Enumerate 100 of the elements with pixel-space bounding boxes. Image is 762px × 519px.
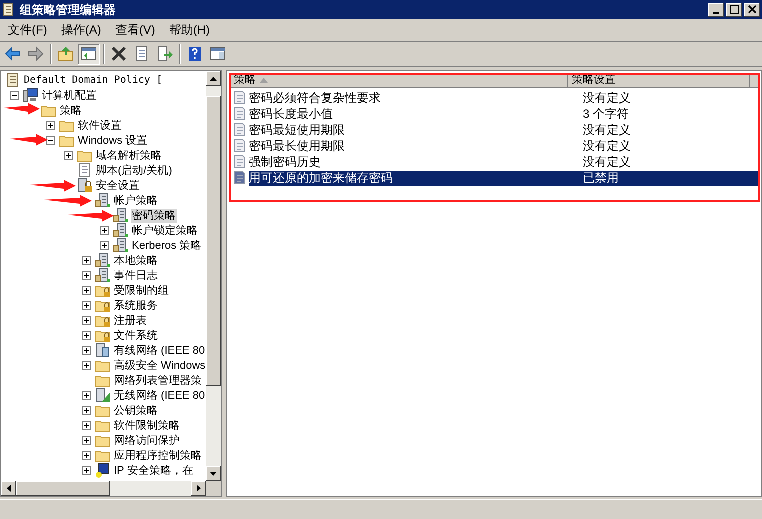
export-icon [157, 46, 173, 62]
policy-icon [95, 253, 111, 268]
tree-item[interactable]: 网络列表管理器策 [113, 374, 203, 388]
properties-icon [134, 46, 150, 62]
annotation-arrow [10, 134, 48, 146]
expand-icon[interactable] [82, 391, 90, 400]
annotation-arrow [44, 195, 92, 207]
tree-item[interactable]: IP 安全策略，在 [113, 464, 194, 478]
folder-up-icon [58, 46, 74, 62]
scroll-right-icon [196, 485, 200, 492]
expand-icon[interactable] [46, 121, 54, 130]
annotation-arrow [30, 180, 76, 192]
expand-icon[interactable] [64, 151, 72, 160]
vertical-scrollbar[interactable] [206, 71, 221, 481]
horizontal-scrollbar[interactable] [1, 481, 221, 496]
expand-icon[interactable] [100, 241, 108, 250]
tree-item[interactable]: 软件限制策略 [113, 418, 181, 432]
menu-item[interactable]: 帮助(H) [163, 21, 216, 39]
tree-item[interactable]: 软件设置 [77, 118, 123, 132]
policy-setting: 没有定义 [583, 90, 631, 107]
tree-item[interactable]: 帐户策略 [113, 194, 159, 208]
tree-item[interactable]: 文件系统 [113, 328, 159, 342]
tree-item[interactable]: 密码策略 [131, 208, 177, 222]
tree-item[interactable]: 本地策略 [113, 254, 159, 268]
toolbar-button[interactable] [78, 44, 100, 64]
help-icon [187, 46, 203, 62]
expand-icon[interactable] [82, 436, 90, 445]
tree-item[interactable]: 无线网络 (IEEE 80 [113, 388, 206, 402]
tree-item[interactable]: 高级安全 Windows [113, 358, 206, 372]
expand-icon[interactable] [82, 316, 90, 325]
expand-icon[interactable] [82, 421, 90, 430]
table-row[interactable]: 密码最短使用期限 没有定义 [249, 122, 758, 138]
tree-item[interactable]: 脚本(启动/关机) [95, 164, 174, 178]
policy-document-icon [233, 155, 247, 169]
expand-icon[interactable] [82, 271, 90, 280]
menu-item[interactable]: 文件(F) [2, 21, 54, 39]
expand-icon[interactable] [82, 346, 90, 355]
policy-name: 用可还原的加密来储存密码 [249, 170, 394, 187]
maximize-icon [730, 5, 738, 14]
table-row[interactable]: 密码长度最小值 3 个字符 [249, 106, 758, 122]
policy-document-icon [233, 123, 247, 137]
tree-item[interactable]: 应用程序控制策略 [113, 448, 203, 462]
tree-item[interactable]: 安全设置 [95, 178, 141, 192]
tree-item[interactable]: 事件日志 [113, 268, 159, 282]
close-icon [748, 5, 756, 14]
tree-item[interactable]: 系统服务 [113, 298, 159, 312]
scroll-icon [5, 73, 21, 88]
tree-item[interactable]: 帐户锁定策略 [131, 224, 199, 238]
policy-icon [113, 208, 129, 223]
table-row[interactable]: 密码最长使用期限 没有定义 [249, 138, 758, 154]
tree-item[interactable]: Windows 设置 [77, 134, 149, 148]
expand-icon[interactable] [82, 466, 90, 475]
policy-name: 密码最长使用期限 [249, 138, 346, 155]
computer-icon [23, 88, 39, 103]
expand-icon[interactable] [82, 286, 90, 295]
expand-icon[interactable] [82, 451, 90, 460]
maximize-button[interactable] [726, 2, 742, 16]
tree-item[interactable]: Kerberos 策略 [131, 238, 203, 252]
menu-item[interactable]: 查看(V) [109, 21, 162, 39]
expand-icon[interactable] [82, 331, 90, 340]
tree-item[interactable]: 计算机配置 [41, 88, 98, 102]
tree-item[interactable]: Default Domain Policy [ [23, 74, 164, 88]
expand-icon[interactable] [82, 301, 90, 310]
collapse-icon[interactable] [10, 91, 18, 100]
tree-item[interactable]: 注册表 [113, 314, 148, 328]
tree-item[interactable]: 受限制的组 [113, 284, 170, 298]
expand-icon[interactable] [82, 406, 90, 415]
table-row[interactable]: 密码必须符合复杂性要求 没有定义 [249, 90, 758, 106]
policy-setting: 没有定义 [583, 122, 631, 139]
scrollbar-corner [206, 481, 221, 496]
table-row[interactable]: 强制密码历史 没有定义 [249, 154, 758, 170]
tree-item[interactable]: 公钥策略 [113, 404, 159, 418]
policy-setting: 3 个字符 [583, 106, 630, 123]
collapse-icon[interactable] [46, 136, 54, 145]
delete-icon [111, 46, 127, 62]
menu-item[interactable]: 操作(A) [55, 21, 108, 39]
expand-icon[interactable] [82, 361, 90, 370]
back-arrow-icon [5, 46, 21, 62]
policy-document-icon [233, 91, 247, 105]
scroll-left-icon [6, 485, 10, 492]
tree-item[interactable]: 域名解析策略 [95, 148, 163, 162]
policy-icon [95, 193, 111, 208]
expand-icon[interactable] [100, 226, 108, 235]
policy-icon [95, 268, 111, 283]
minimize-icon [713, 12, 719, 14]
tree-item[interactable]: 有线网络 (IEEE 80 [113, 344, 206, 358]
column-header[interactable]: 策略 [230, 74, 568, 87]
policy-document-icon [233, 139, 247, 153]
close-button[interactable] [744, 2, 760, 16]
tree-item[interactable]: 网络访问保护 [113, 434, 181, 448]
policy-setting: 已禁用 [583, 170, 619, 187]
window-title: 组策略管理编辑器 [20, 2, 116, 18]
policy-setting: 没有定义 [583, 138, 631, 155]
expand-icon[interactable] [82, 256, 90, 265]
pane-icon [210, 46, 226, 62]
annotation-arrow [4, 103, 40, 115]
tree-item[interactable]: 策略 [59, 104, 83, 118]
scroll-up-icon [210, 76, 218, 80]
minimize-button[interactable] [708, 2, 724, 16]
table-row[interactable]: 用可还原的加密来储存密码 已禁用 [249, 170, 758, 186]
